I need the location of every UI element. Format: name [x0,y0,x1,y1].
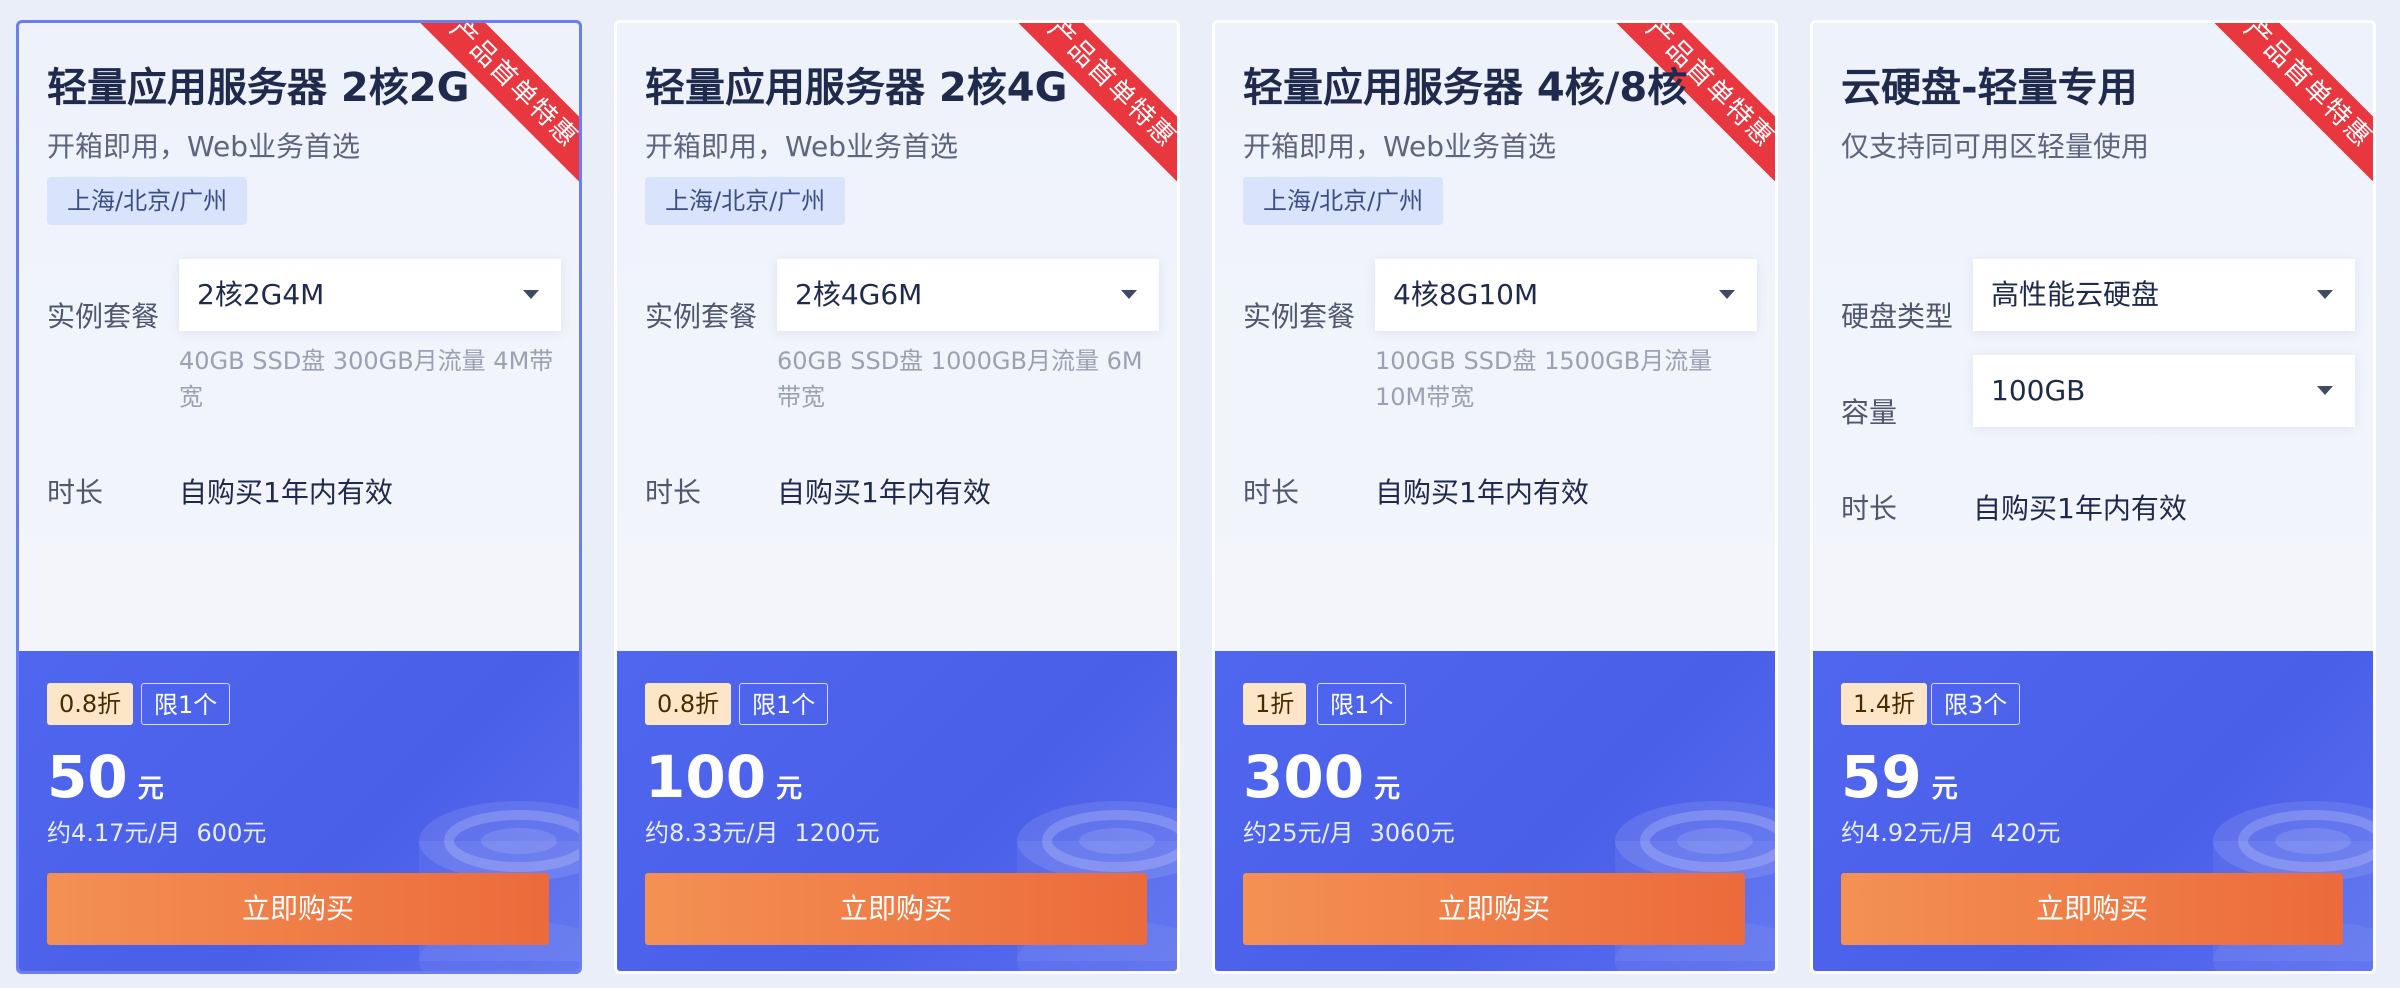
region-tag: 上海/北京/广州 [1243,177,1444,225]
original-price: 420元 [1990,819,2061,847]
price-value: 300 [1243,743,1365,811]
price-panel: 1折 限1个 300 元 约25元/月 3060元 立即购买 [1215,651,1775,971]
product-card-4c8c[interactable]: 产品首单特惠 轻量应用服务器 4核/8核 开箱即用，Web业务首选 上海/北京/… [1212,20,1778,974]
package-label: 实例套餐 [645,300,758,333]
card-title: 轻量应用服务器 2核2G [47,65,470,111]
price-value: 59 [1841,743,1922,811]
buy-now-button[interactable]: 立即购买 [645,873,1147,945]
chevron-down-icon [2317,386,2333,395]
product-card-2c2g[interactable]: 产品首单特惠 轻量应用服务器 2核2G 开箱即用，Web业务首选 上海/北京/广… [16,20,582,974]
duration-label: 时长 [1841,492,1898,525]
duration-value: 自购买1年内有效 [777,476,991,509]
first-order-ribbon: 产品首单特惠 [2210,23,2373,182]
card-subtitle: 开箱即用，Web业务首选 [47,130,361,163]
chevron-down-icon [1121,290,1137,299]
card-subtitle: 开箱即用，Web业务首选 [645,130,959,163]
duration-value: 自购买1年内有效 [1375,476,1589,509]
price-unit: 元 [776,774,803,804]
price: 50 元 [47,743,164,811]
original-price: 1200元 [794,819,880,847]
disk-type-select[interactable]: 高性能云硬盘 [1973,259,2355,331]
monthly-price-value: 约4.17元/月 [47,819,181,847]
monthly-price: 约8.33元/月 1200元 [645,813,880,848]
price: 100 元 [645,743,802,811]
package-select-value: 2核4G6M [795,278,923,311]
card-subtitle: 开箱即用，Web业务首选 [1243,130,1557,163]
limit-badge: 限1个 [141,683,231,725]
monthly-price: 约4.92元/月 420元 [1841,813,2060,848]
duration-label: 时长 [1243,476,1300,509]
card-title: 云硬盘-轻量专用 [1841,65,2138,111]
price-panel: 0.8折 限1个 100 元 约8.33元/月 1200元 立即购买 [617,651,1177,971]
price-value: 100 [645,743,767,811]
disk-type-select-value: 高性能云硬盘 [1991,278,2160,311]
package-select-value: 2核2G4M [197,278,325,311]
card-subtitle: 仅支持同可用区轻量使用 [1841,130,2150,163]
card-title: 轻量应用服务器 2核4G [645,65,1068,111]
duration-label: 时长 [47,476,104,509]
duration-value: 自购买1年内有效 [179,476,393,509]
monthly-price: 约4.17元/月 600元 [47,813,266,848]
package-spec: 40GB SSD盘 300GB月流量 4M带宽 [179,347,554,411]
discount-badge: 0.8折 [47,683,134,725]
package-select[interactable]: 4核8G10M [1375,259,1757,331]
price-value: 50 [47,743,128,811]
price-unit: 元 [137,774,164,804]
product-card-cloud-disk[interactable]: 产品首单特惠 云硬盘-轻量专用 仅支持同可用区轻量使用 硬盘类型 高性能云硬盘 … [1810,20,2376,974]
price: 300 元 [1243,743,1400,811]
discount-badge: 1折 [1243,683,1307,725]
capacity-select[interactable]: 100GB [1973,355,2355,427]
package-spec: 100GB SSD盘 1500GB月流量 10M带宽 [1375,347,1713,411]
discount-badge: 1.4折 [1841,683,1928,725]
package-select[interactable]: 2核4G6M [777,259,1159,331]
monthly-price-value: 约25元/月 [1243,819,1354,847]
price-panel: 0.8折 限1个 50 元 约4.17元/月 600元 立即购买 [19,651,579,971]
buy-now-button[interactable]: 立即购买 [47,873,549,945]
product-card-2c4g[interactable]: 产品首单特惠 轻量应用服务器 2核4G 开箱即用，Web业务首选 上海/北京/广… [614,20,1180,974]
limit-badge: 限3个 [1931,683,2021,725]
package-label: 实例套餐 [47,300,160,333]
package-spec: 60GB SSD盘 1000GB月流量 6M带宽 [777,347,1143,411]
limit-badge: 限1个 [1317,683,1407,725]
monthly-price-value: 约8.33元/月 [645,819,779,847]
capacity-select-value: 100GB [1991,374,2086,407]
disk-type-label: 硬盘类型 [1841,300,1954,333]
package-select-value: 4核8G10M [1393,278,1539,311]
price-panel: 1.4折 限3个 59 元 约4.92元/月 420元 立即购买 [1813,651,2373,971]
price-unit: 元 [1374,774,1401,804]
limit-badge: 限1个 [739,683,829,725]
discount-badge: 0.8折 [645,683,732,725]
buy-now-button[interactable]: 立即购买 [1243,873,1745,945]
capacity-label: 容量 [1841,396,1898,429]
card-title: 轻量应用服务器 4核/8核 [1243,65,1688,111]
price-unit: 元 [1931,774,1958,804]
monthly-price-value: 约4.92元/月 [1841,819,1975,847]
region-tag: 上海/北京/广州 [47,177,248,225]
original-price: 3060元 [1369,819,1455,847]
buy-now-button[interactable]: 立即购买 [1841,873,2343,945]
duration-label: 时长 [645,476,702,509]
chevron-down-icon [523,290,539,299]
region-tag: 上海/北京/广州 [645,177,846,225]
monthly-price: 约25元/月 3060元 [1243,813,1455,848]
duration-value: 自购买1年内有效 [1973,492,2187,525]
package-select[interactable]: 2核2G4M [179,259,561,331]
package-label: 实例套餐 [1243,300,1356,333]
chevron-down-icon [2317,290,2333,299]
original-price: 600元 [196,819,267,847]
chevron-down-icon [1719,290,1735,299]
price: 59 元 [1841,743,1958,811]
